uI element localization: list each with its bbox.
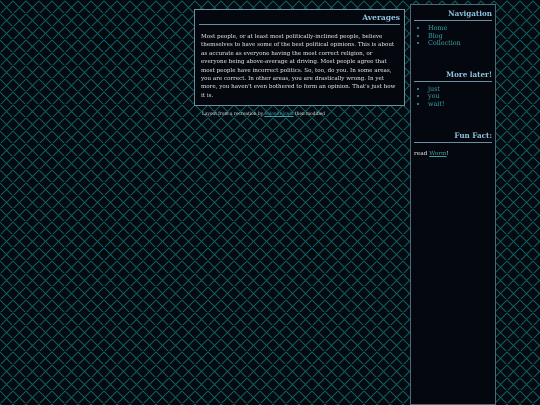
nav-heading: Navigation <box>414 9 492 21</box>
post-panel: Averages Most people, or at least most p… <box>194 9 405 106</box>
credits-link[interactable]: SeleniteJonin <box>264 112 293 117</box>
nav-item-label[interactable]: Collection <box>428 39 461 47</box>
nav-item-collection[interactable]: Collection <box>428 39 492 48</box>
credits-suffix: then modified <box>294 112 325 117</box>
sidebar: Navigation Home Blog Collection More lat… <box>410 4 496 405</box>
more-item-label[interactable]: wait! <box>428 100 444 108</box>
more-heading: More later! <box>414 70 492 82</box>
fun-fact-prefix: read <box>414 150 428 157</box>
nav-list: Home Blog Collection <box>414 24 492 48</box>
credits-prefix: Layout from a recreation by <box>202 112 264 117</box>
post-title: Averages <box>199 13 400 25</box>
layout-credits: Layout from a recreation by SeleniteJoni… <box>202 112 325 117</box>
fun-fact-text: read Worm! <box>414 151 492 157</box>
fun-fact-suffix: ! <box>446 150 449 157</box>
fun-fact-heading: Fun Fact: <box>414 131 492 143</box>
post-body: Most people, or at least most politicall… <box>201 34 396 99</box>
more-item[interactable]: wait! <box>428 100 492 109</box>
worm-link[interactable]: Worm <box>429 151 446 157</box>
more-list: just you wait! <box>414 85 492 109</box>
